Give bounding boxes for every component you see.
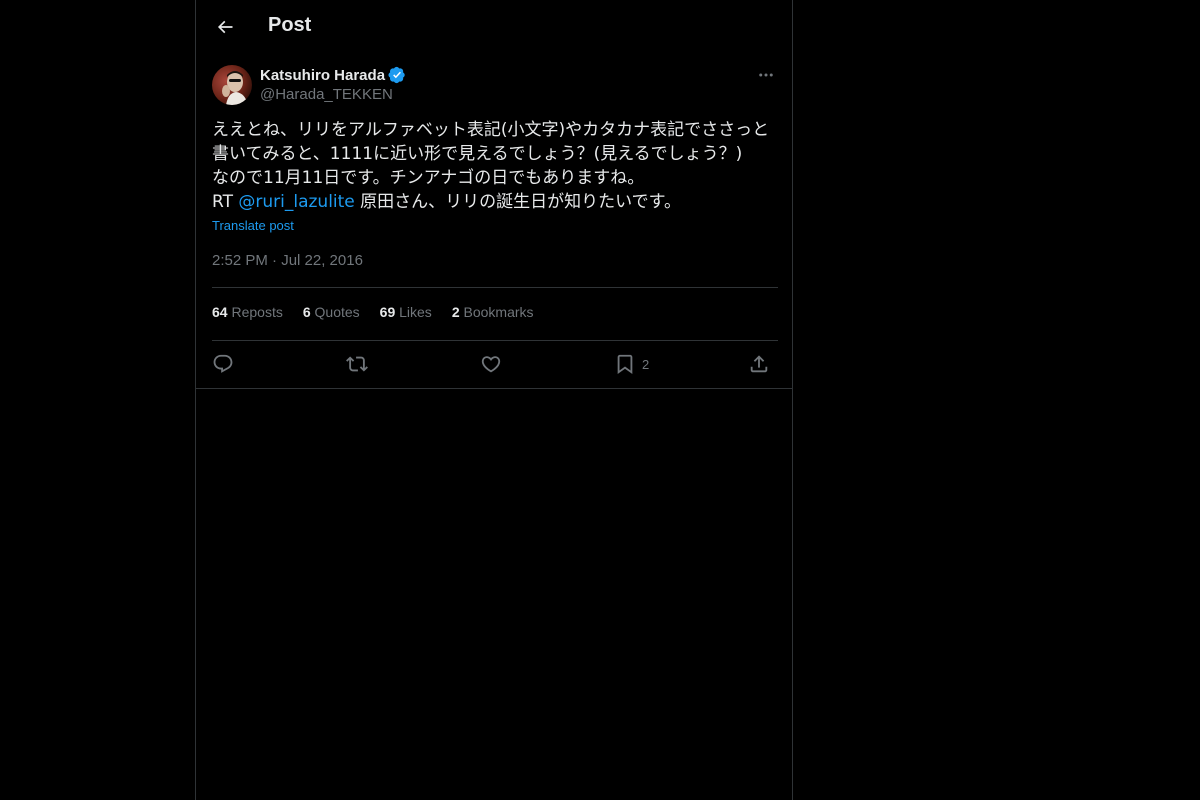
bookmarks-label: Bookmarks	[463, 304, 534, 320]
page-header: Post	[196, 0, 792, 53]
post-column: Post Katsuhiro Harada @Harada_TEKKEN ええと…	[195, 0, 793, 800]
bookmark-button[interactable]: 2	[614, 350, 649, 378]
post-text: ええとね、リリをアルファベット表記(小文字)やカタカナ表記でささっと 書いてみる…	[212, 118, 778, 214]
post-text-rt-line: RT @ruri_lazulite 原田さん、リリの誕生日が知りたいです。	[212, 190, 778, 214]
divider	[212, 340, 778, 341]
repost-button[interactable]	[346, 350, 368, 378]
likes-label: Likes	[399, 304, 432, 320]
reposts-label: Reposts	[231, 304, 283, 320]
rt-prefix: RT	[212, 192, 239, 212]
post-timestamp[interactable]: 2:52 PM · Jul 22, 2016	[212, 252, 363, 269]
avatar-image	[212, 65, 252, 105]
quotes-count: 6	[302, 304, 311, 320]
post-text-line: なので11月11日です。チンアナゴの日でもありますね。	[212, 168, 645, 188]
quotes-label: Quotes	[314, 304, 360, 320]
action-bar: 2	[212, 350, 778, 378]
bookmark-icon	[617, 354, 633, 375]
author-handle[interactable]: @Harada_TEKKEN	[260, 86, 393, 103]
like-button[interactable]	[480, 350, 502, 378]
more-options-button[interactable]	[754, 64, 778, 86]
likes-stat[interactable]: 69 Likes	[380, 304, 432, 324]
rt-text: 原田さん、リリの誕生日が知りたいです。	[354, 192, 681, 212]
repost-icon	[346, 356, 368, 372]
reply-button[interactable]	[212, 350, 234, 378]
share-button[interactable]	[748, 350, 770, 378]
reply-icon	[213, 354, 233, 373]
author-name[interactable]: Katsuhiro Harada	[260, 66, 406, 84]
bookmarks-stat[interactable]: 2 Bookmarks	[452, 304, 534, 324]
arrow-left-icon	[217, 20, 233, 34]
mention-link[interactable]: @ruri_lazulite	[238, 192, 354, 212]
author-name-text: Katsuhiro Harada	[260, 66, 386, 84]
divider	[212, 287, 778, 288]
post-text-line: ええとね、リリをアルファベット表記(小文字)やカタカナ表記でささっと	[212, 120, 770, 140]
post-text-line: 書いてみると、1111に近い形で見えるでしょう？(見えるでしょう？)	[212, 144, 743, 164]
share-icon	[750, 355, 768, 373]
quotes-stat[interactable]: 6 Quotes	[303, 304, 360, 324]
page-title: Post	[268, 14, 312, 36]
reposts-count: 64	[212, 304, 228, 320]
heart-icon	[481, 356, 501, 373]
more-dots-icon	[759, 73, 773, 77]
likes-count: 69	[379, 304, 396, 320]
bookmark-count: 2	[642, 356, 650, 372]
post-bottom-border	[196, 388, 792, 389]
verified-badge-icon	[388, 66, 406, 84]
back-button[interactable]	[208, 10, 242, 44]
reposts-stat[interactable]: 64 Reposts	[212, 304, 283, 324]
avatar[interactable]	[212, 65, 252, 105]
post-stats: 64 Reposts 6 Quotes 69 Likes 2 Bookmarks	[212, 304, 554, 324]
translate-post-link[interactable]: Translate post	[212, 218, 294, 233]
post-author: Katsuhiro Harada @Harada_TEKKEN	[212, 64, 778, 106]
bookmarks-count: 2	[451, 304, 460, 320]
